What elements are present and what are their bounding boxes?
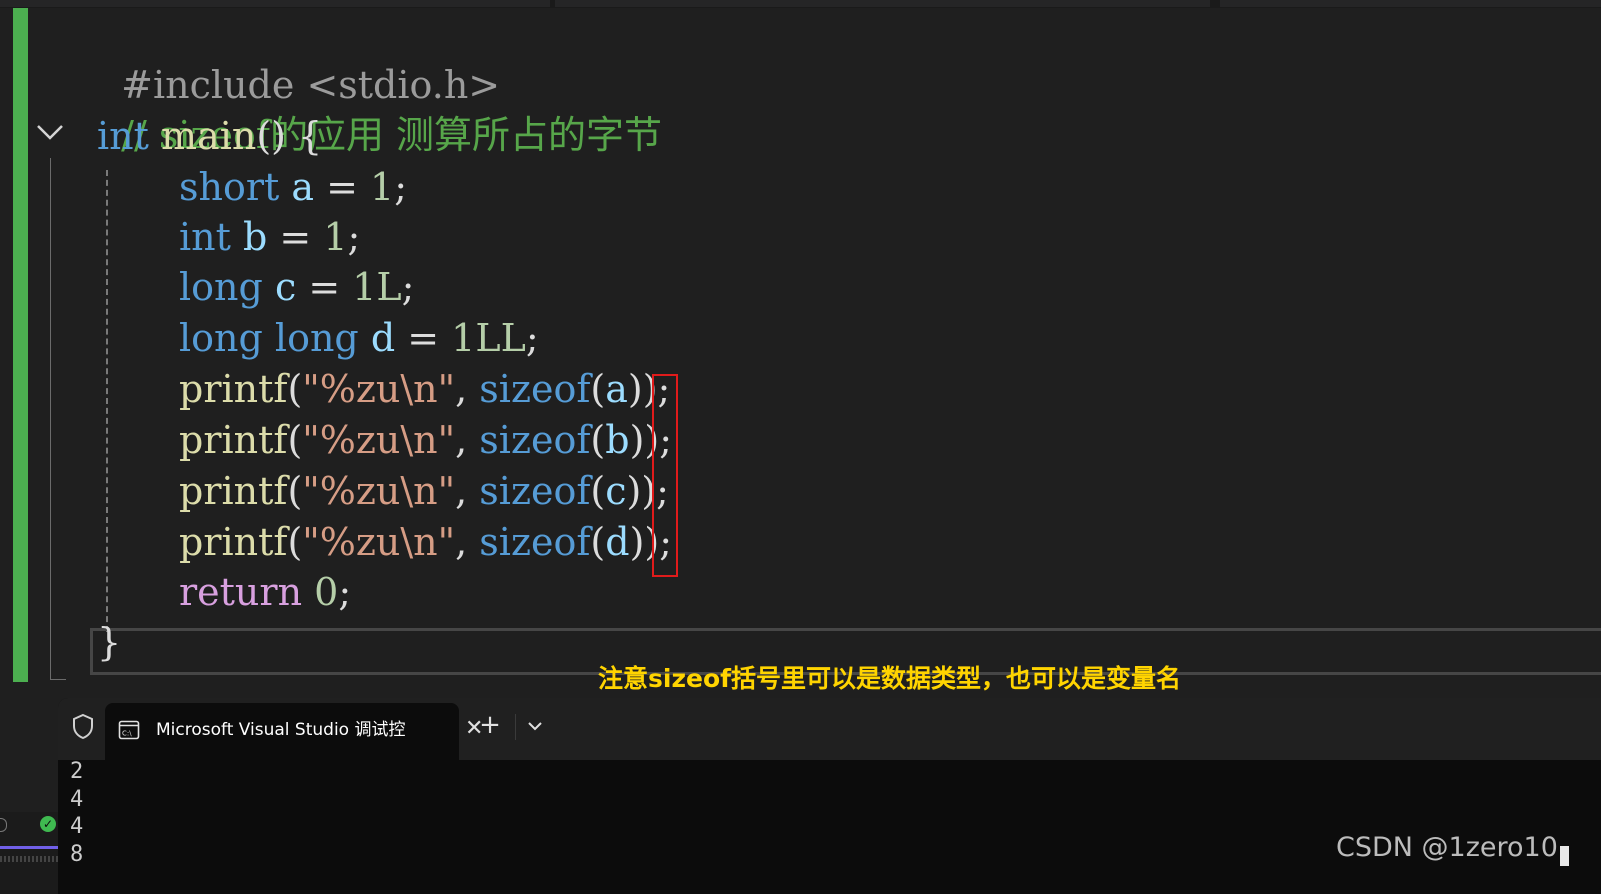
top-strip-segment bbox=[555, 0, 1210, 7]
number-literal: 1 bbox=[323, 215, 348, 259]
indent-guide bbox=[106, 170, 108, 632]
paren: ( bbox=[287, 469, 303, 513]
paren: ( bbox=[287, 367, 303, 411]
code-line-printf[interactable]: printf("%zu\n", sizeof(d)); bbox=[179, 517, 672, 567]
new-tab-button[interactable]: + bbox=[478, 710, 502, 740]
sizeof-argument: d bbox=[605, 520, 630, 564]
terminal-tab-title: Microsoft Visual Studio 调试控 bbox=[156, 720, 406, 740]
top-strip-segment bbox=[0, 0, 550, 7]
number-literal: 1LL bbox=[451, 316, 526, 360]
watermark: CSDN @1zero10 bbox=[1336, 832, 1558, 863]
type-keyword: long bbox=[179, 265, 263, 309]
operator: = bbox=[296, 265, 353, 309]
code-line-return[interactable]: return 0; bbox=[179, 567, 351, 617]
terminal-tab[interactable]: C:\ Microsoft Visual Studio 调试控 ✕ bbox=[105, 703, 483, 760]
operator: = bbox=[314, 165, 371, 209]
string-literal: "%zu\n" bbox=[302, 367, 456, 411]
output-line: 2 bbox=[70, 759, 84, 784]
semicolon: ; bbox=[525, 316, 539, 360]
function-name: main bbox=[161, 114, 257, 158]
variable-name: b bbox=[243, 215, 268, 259]
type-keyword: long long bbox=[179, 316, 359, 360]
console-output: 2 4 4 8 bbox=[70, 758, 83, 868]
code-line-printf[interactable]: printf("%zu\n", sizeof(b)); bbox=[179, 415, 672, 465]
operator: = bbox=[267, 215, 324, 259]
scrollbar-thumb[interactable] bbox=[1560, 846, 1569, 866]
code-line-declaration[interactable]: long c = 1L; bbox=[179, 262, 414, 312]
sizeof-keyword: sizeof bbox=[479, 520, 591, 564]
function-call: printf bbox=[179, 367, 288, 411]
closing-brace: } bbox=[97, 620, 122, 664]
paren: ( bbox=[590, 520, 606, 564]
chevron-down-icon[interactable] bbox=[524, 714, 546, 738]
fold-chevron-icon[interactable] bbox=[34, 120, 66, 146]
output-line: 8 bbox=[70, 841, 84, 867]
fold-region-end bbox=[50, 679, 66, 680]
output-line: 4 bbox=[70, 786, 84, 812]
output-line: 4 bbox=[70, 814, 84, 839]
string-literal: "%zu\n" bbox=[302, 418, 456, 462]
annotation-note: 注意sizeof括号里可以是数据类型，也可以是变量名 bbox=[598, 664, 1182, 693]
string-literal: "%zu\n" bbox=[302, 469, 456, 513]
sizeof-argument: b bbox=[605, 418, 630, 462]
semicolon: ; bbox=[338, 570, 352, 614]
sizeof-argument: c bbox=[605, 469, 627, 513]
fold-region-line bbox=[50, 158, 51, 679]
variable-name: c bbox=[274, 265, 297, 309]
code-line-include[interactable]: #include <stdio.h> bbox=[97, 10, 500, 107]
string-literal: "%zu\n" bbox=[302, 520, 456, 564]
function-call: printf bbox=[179, 469, 288, 513]
number-literal: 1 bbox=[370, 165, 395, 209]
variable-name: a bbox=[291, 165, 315, 209]
paren: ( bbox=[590, 418, 606, 462]
operator: = bbox=[395, 316, 452, 360]
paren: ( bbox=[287, 520, 303, 564]
partial-circle-icon bbox=[0, 818, 7, 832]
status-strip: ✓ bbox=[0, 812, 58, 894]
comma: , bbox=[455, 367, 480, 411]
comma: , bbox=[455, 520, 480, 564]
terminal-tab-bar: C:\ Microsoft Visual Studio 调试控 ✕ + bbox=[58, 698, 1601, 760]
number-literal: 0 bbox=[314, 570, 339, 614]
code-line-closing-brace[interactable]: } bbox=[97, 617, 121, 667]
code-line-main[interactable]: int main() { bbox=[97, 111, 322, 161]
comma: , bbox=[455, 469, 480, 513]
sizeof-keyword: sizeof bbox=[479, 469, 591, 513]
type-keyword: short bbox=[179, 165, 280, 209]
svg-text:C:\: C:\ bbox=[122, 730, 132, 738]
change-indicator-bar bbox=[13, 8, 28, 682]
tab-divider bbox=[515, 714, 516, 740]
code-line-declaration[interactable]: long long d = 1LL; bbox=[179, 313, 539, 363]
comma: , bbox=[455, 418, 480, 462]
sizeof-argument-highlight-box bbox=[652, 374, 678, 577]
semicolon: ; bbox=[347, 215, 361, 259]
variable-name: d bbox=[370, 316, 396, 360]
keyword: int bbox=[97, 114, 149, 158]
function-call: printf bbox=[179, 520, 288, 564]
paren: ( bbox=[590, 367, 606, 411]
paren: ( bbox=[287, 418, 303, 462]
return-keyword: return bbox=[179, 570, 303, 614]
function-call: printf bbox=[179, 418, 288, 462]
code-line-declaration[interactable]: short a = 1; bbox=[179, 162, 407, 212]
semicolon: ; bbox=[401, 265, 415, 309]
code-line-printf[interactable]: printf("%zu\n", sizeof(c)); bbox=[179, 466, 669, 516]
punctuation: () { bbox=[256, 114, 323, 158]
code-line-printf[interactable]: printf("%zu\n", sizeof(a)); bbox=[179, 364, 670, 414]
success-check-icon: ✓ bbox=[40, 816, 56, 832]
paren: ( bbox=[590, 469, 606, 513]
number-literal: 1L bbox=[352, 265, 402, 309]
console-icon: C:\ bbox=[118, 720, 140, 740]
shield-icon[interactable] bbox=[70, 712, 96, 740]
top-strip-segment bbox=[1220, 0, 1601, 7]
code-line-comment[interactable]: // sizeof的应用 测算所占的字节 bbox=[97, 60, 662, 157]
sizeof-argument: a bbox=[605, 367, 628, 411]
sizeof-keyword: sizeof bbox=[479, 367, 591, 411]
sizeof-keyword: sizeof bbox=[479, 418, 591, 462]
semicolon: ; bbox=[394, 165, 408, 209]
accent-bar bbox=[0, 846, 58, 849]
dotted-divider bbox=[0, 856, 58, 862]
code-line-declaration[interactable]: int b = 1; bbox=[179, 212, 360, 262]
type-keyword: int bbox=[179, 215, 231, 259]
